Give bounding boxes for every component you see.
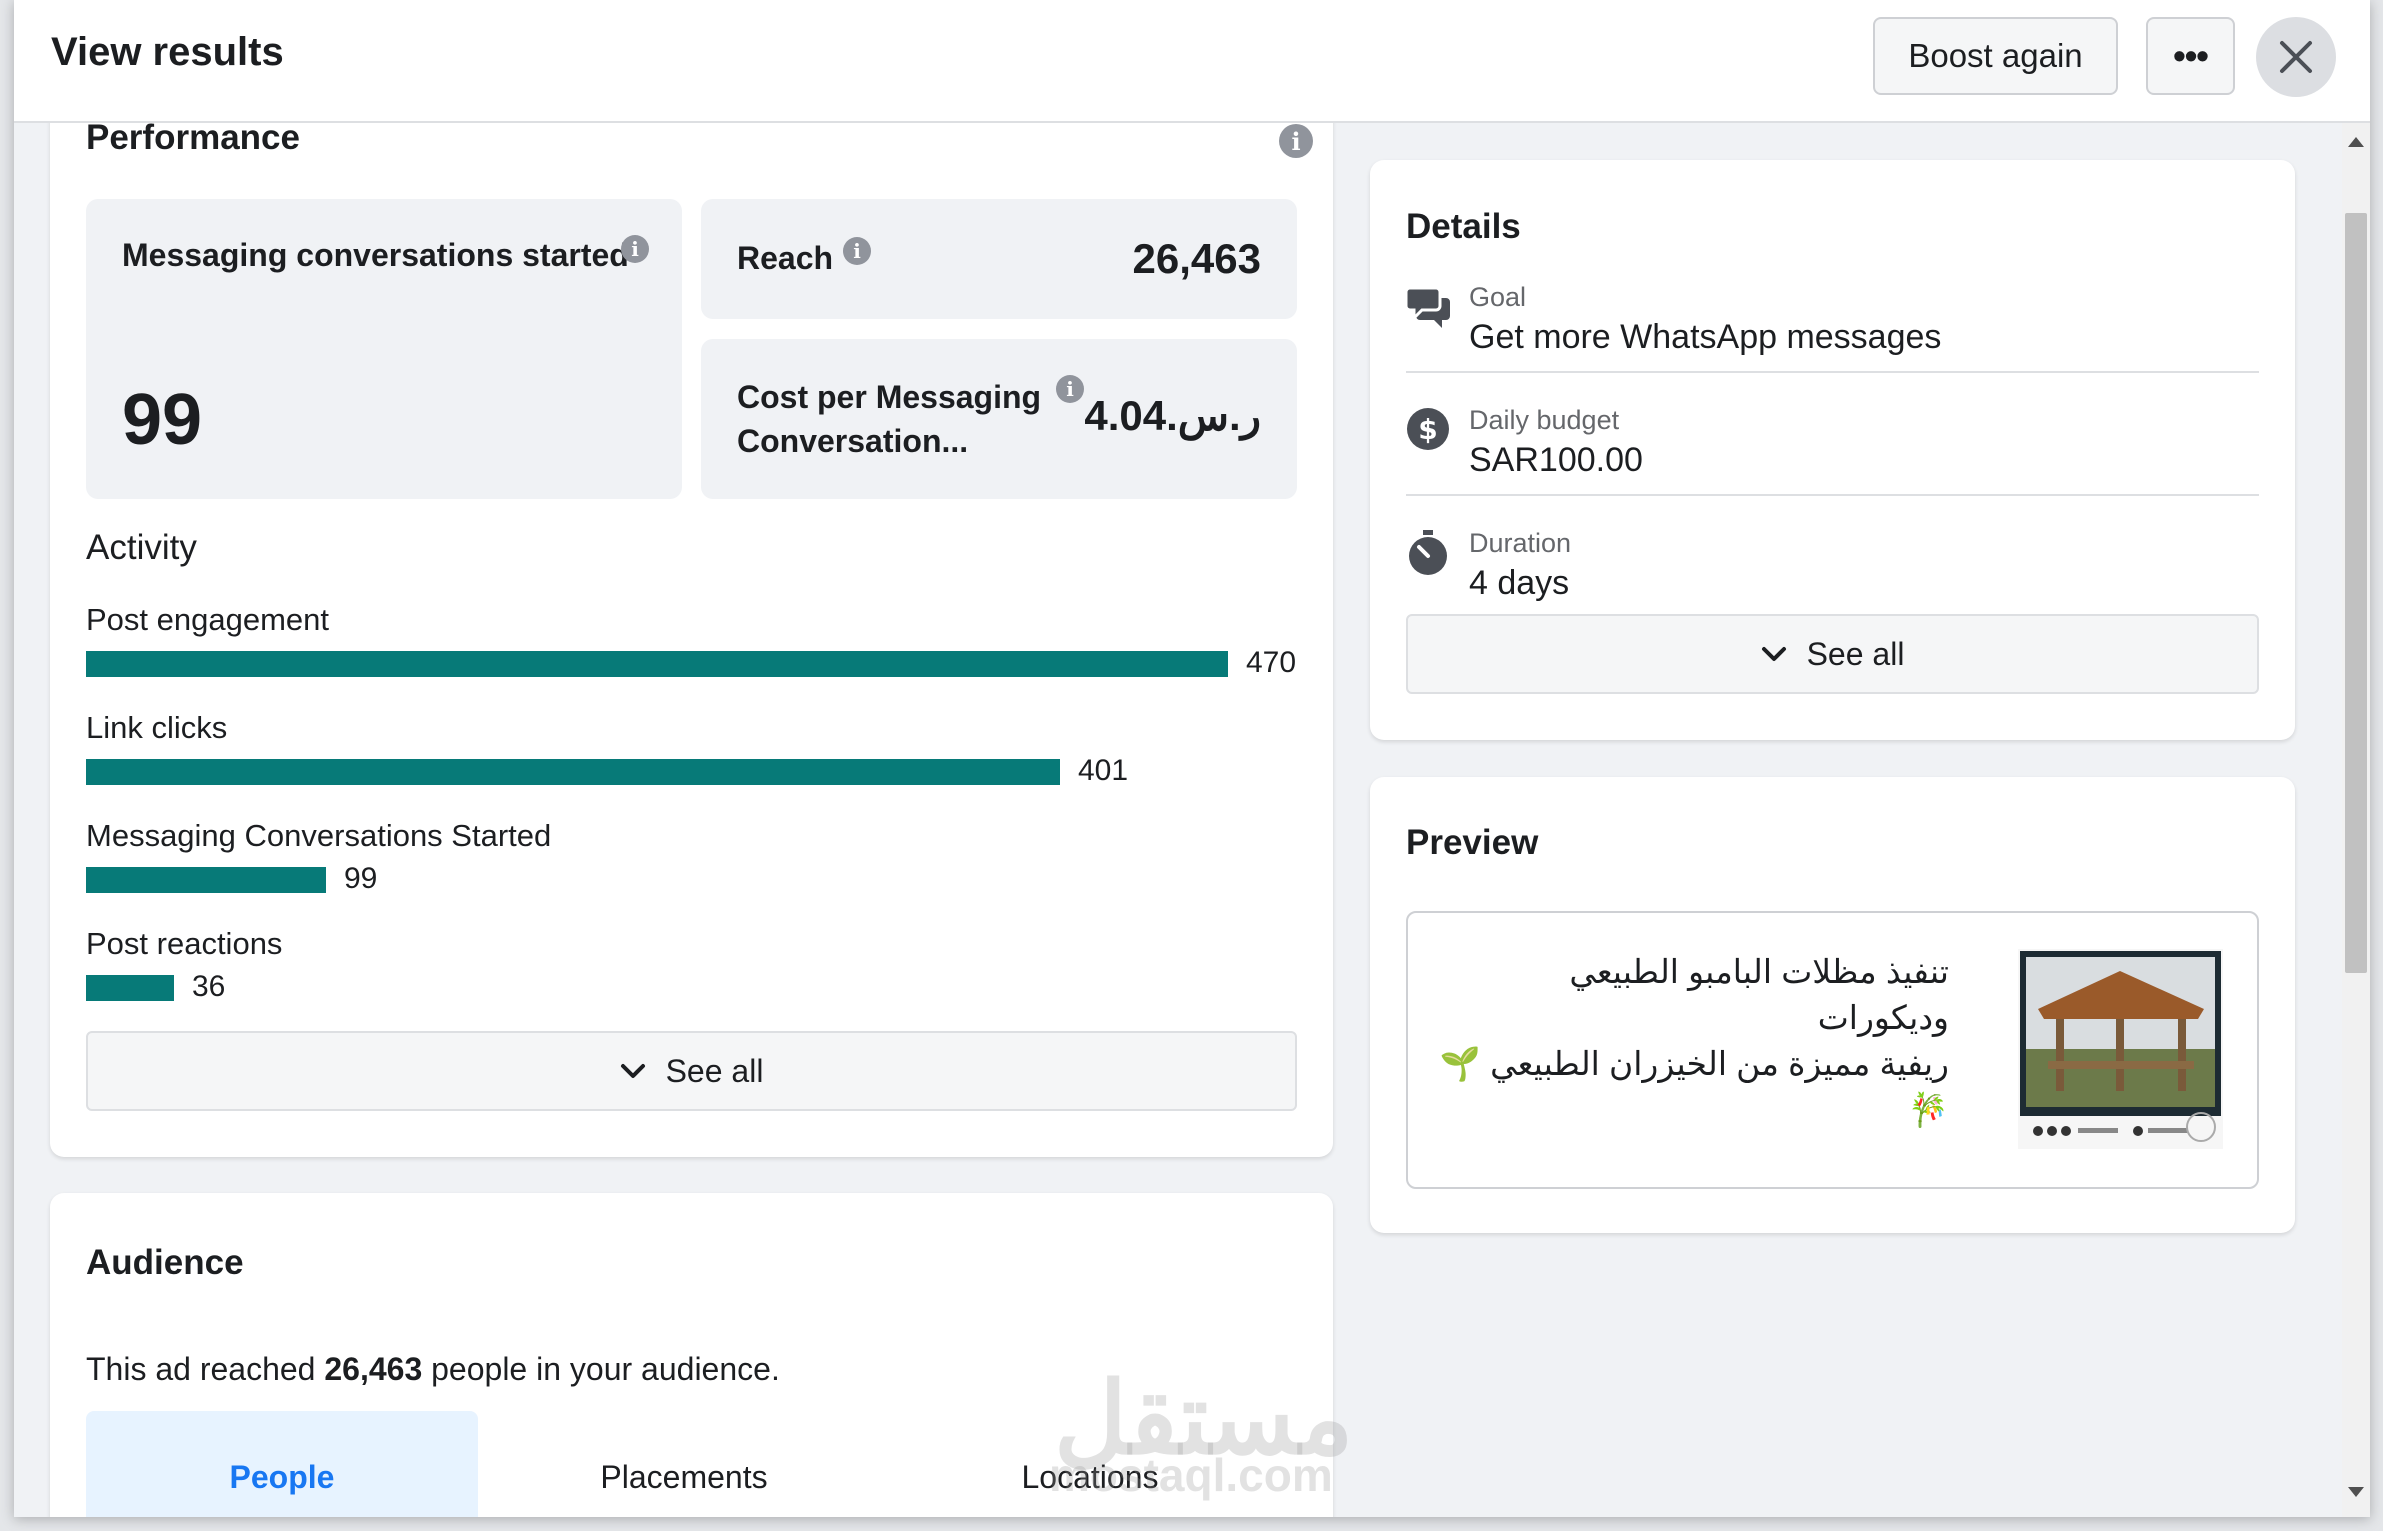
metric-value: 4.04.ر.س (1084, 392, 1261, 439)
dialog-title: View results (51, 30, 284, 74)
tab-placements[interactable]: Placements (488, 1411, 880, 1517)
see-all-label: See all (665, 1052, 764, 1089)
close-icon (2280, 41, 2312, 73)
ad-preview[interactable]: تنفيذ مظلات البامبو الطبيعي وديكورات ريف… (1406, 911, 2259, 1189)
scroll-down-arrow-icon[interactable] (2348, 1487, 2364, 1499)
activity-label: Post reactions (86, 926, 283, 961)
view-results-dialog: View results Boost again ••• Performance… (14, 0, 2370, 1517)
duration-value: 4 days (1469, 564, 1570, 602)
boost-again-button[interactable]: Boost again (1873, 17, 2118, 95)
activity-row: Link clicks 401 (86, 710, 1297, 810)
budget-label: Daily budget (1469, 405, 1620, 435)
gazebo-image (2020, 951, 2221, 1142)
more-options-button[interactable]: ••• (2146, 17, 2235, 95)
preview-title: Preview (1406, 823, 1539, 862)
scroll-up-arrow-icon[interactable] (2348, 135, 2364, 147)
scrollbar-thumb[interactable] (2345, 213, 2367, 973)
activity-row: Post reactions 36 (86, 926, 1297, 1026)
activity-value: 36 (192, 970, 226, 1003)
reach-count: 26,463 (324, 1351, 423, 1387)
close-button[interactable] (2256, 17, 2336, 97)
divider (1406, 494, 2259, 496)
preview-card: Preview تنفيذ مظلات البامبو الطبيعي وديك… (1370, 777, 2295, 1233)
audience-reach-text: This ad reached 26,463 people in your au… (86, 1351, 780, 1388)
activity-list: Post engagement 470 Link clicks 401 Messagin… (86, 602, 1297, 1102)
performance-see-all-button[interactable]: See all (86, 1031, 1297, 1111)
performance-card: Performance i Messaging conversations st… (50, 82, 1333, 1157)
performance-info-icon[interactable]: i (1279, 124, 1313, 158)
metric-value: 99 (122, 380, 203, 460)
activity-bar (86, 651, 1228, 677)
metric-label-line2: Conversation... (737, 423, 969, 459)
activity-bar (86, 867, 326, 893)
duration-label: Duration (1469, 528, 1572, 558)
scrollbar[interactable] (2342, 121, 2370, 1517)
svg-text:$: $ (1418, 413, 1437, 446)
metric-label: Messaging conversations started (122, 237, 629, 273)
info-icon[interactable]: i (621, 235, 649, 263)
dollar-icon: $ (1407, 408, 1449, 450)
activity-title: Activity (86, 528, 197, 567)
dialog-header: View results Boost again ••• (14, 0, 2370, 123)
activity-value: 470 (1246, 646, 1297, 679)
detail-duration: Duration 4 days (1406, 528, 2259, 608)
audience-title: Audience (86, 1243, 244, 1282)
details-card: Details Goal Get more WhatsApp messages … (1370, 160, 2295, 740)
ad-text-line2: ريفية مميزة من الخيزران الطبيعي 🌱🎋 (1439, 1045, 1949, 1128)
activity-value: 401 (1078, 754, 1129, 787)
chevron-down-icon (620, 1064, 645, 1078)
activity-bar (86, 759, 1060, 785)
performance-title: Performance (86, 118, 300, 157)
watermark-url: mostaql.com (1049, 1449, 1333, 1501)
activity-label: Link clicks (86, 710, 228, 745)
metric-messaging-conversations: Messaging conversations started i 99 (86, 199, 682, 499)
metric-label-line1: Cost per Messaging (737, 379, 1042, 415)
activity-label: Messaging Conversations Started (86, 818, 552, 853)
activity-bar (86, 975, 174, 1001)
details-see-all-button[interactable]: See all (1406, 614, 2259, 694)
tab-people[interactable]: People (86, 1411, 478, 1517)
goal-value: Get more WhatsApp messages (1469, 318, 1942, 356)
metric-label: Cost per Messaging Conversation... (737, 375, 1041, 463)
metric-value: 26,463 (1132, 235, 1261, 282)
metric-cost-per-messaging: Cost per Messaging Conversation... i 4.0… (701, 339, 1297, 499)
activity-row: Post engagement 470 (86, 602, 1297, 702)
chevron-down-icon (1761, 647, 1786, 661)
activity-label: Post engagement (86, 602, 330, 637)
goal-label: Goal (1469, 282, 1527, 312)
ad-preview-text: تنفيذ مظلات البامبو الطبيعي وديكورات ريف… (1429, 949, 1949, 1133)
activity-row: Messaging Conversations Started 99 (86, 818, 1297, 918)
reach-prefix: This ad reached (86, 1351, 325, 1387)
ellipsis-icon: ••• (2173, 35, 2209, 76)
budget-value: SAR100.00 (1469, 441, 1643, 479)
ad-text-line1: تنفيذ مظلات البامبو الطبيعي وديكورات (1569, 953, 1949, 1036)
stopwatch-icon (1409, 530, 1447, 575)
detail-daily-budget: $ Daily budget SAR100.00 (1406, 405, 2259, 485)
reach-suffix: people in your audience. (422, 1351, 780, 1387)
see-all-label: See all (1806, 635, 1905, 672)
chat-bubbles-icon (1406, 286, 1450, 328)
activity-value: 99 (344, 862, 378, 895)
metric-label: Reach (737, 240, 834, 276)
ad-thumbnail-image (2018, 949, 2223, 1149)
metric-reach: Reach i 26,463 (701, 199, 1297, 319)
details-title: Details (1406, 207, 1521, 246)
info-icon[interactable]: i (1056, 375, 1084, 403)
divider (1406, 371, 2259, 373)
detail-goal: Goal Get more WhatsApp messages (1406, 282, 2259, 362)
info-icon[interactable]: i (843, 237, 871, 265)
